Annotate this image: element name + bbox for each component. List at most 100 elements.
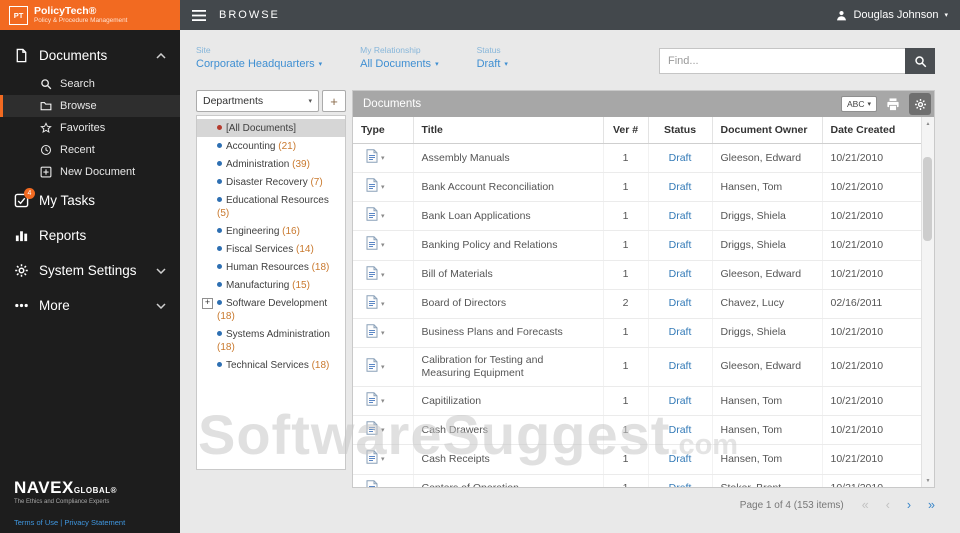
sidebar-section-documents[interactable]: Documents — [0, 38, 180, 73]
type-cell[interactable]: ▾ — [353, 143, 414, 174]
department-tree-item[interactable]: [All Documents] — [197, 119, 345, 137]
document-row[interactable]: ▾ Calibration for Testing and Measuring E… — [353, 347, 922, 388]
type-dropdown-caret[interactable]: ▾ — [381, 242, 385, 249]
department-tree-item[interactable]: Accounting (21) — [197, 137, 345, 155]
type-cell[interactable]: ▾ — [353, 230, 414, 261]
document-row[interactable]: ▾ Capitilization 1 Draft Hansen, Tom 10/21/20… — [353, 386, 922, 417]
document-type-icon[interactable] — [366, 236, 378, 251]
sidebar-section-my-tasks[interactable]: 4 My Tasks — [0, 183, 180, 218]
type-cell[interactable]: ▾ — [353, 289, 414, 319]
column-header-type[interactable]: Type — [353, 117, 414, 144]
type-cell[interactable]: ▾ — [353, 201, 414, 232]
document-type-icon[interactable] — [366, 207, 378, 221]
status-draft-link[interactable]: Draft — [669, 268, 692, 280]
document-type-icon[interactable] — [366, 294, 378, 309]
terms-of-use-link[interactable]: Terms of Use — [14, 518, 58, 527]
sort-abc-button[interactable]: ABC ▾ — [841, 96, 877, 112]
document-row[interactable]: ▾ Cash Drawers 1 Draft Hansen, Tom 10/21/2010 — [353, 415, 922, 446]
type-cell[interactable]: ▾ — [353, 444, 414, 475]
type-cell[interactable]: ▾ — [353, 347, 414, 388]
status-draft-link[interactable]: Draft — [669, 210, 692, 222]
department-tree-item[interactable]: Disaster Recovery (7) — [197, 173, 345, 191]
sidebar-item-new-document[interactable]: New Document — [0, 161, 180, 183]
type-dropdown-caret[interactable]: ▾ — [381, 272, 385, 279]
department-tree-item[interactable]: Manufacturing (15) — [197, 276, 345, 294]
status-draft-link[interactable]: Draft — [669, 239, 692, 251]
document-row[interactable]: ▾ Business Plans and Forecasts 1 Draft Drigg… — [353, 318, 922, 348]
type-cell[interactable]: ▾ — [353, 474, 414, 488]
status-draft-link[interactable]: Draft — [669, 424, 692, 436]
department-tree-item[interactable]: + Software Development (18) — [197, 294, 345, 325]
document-type-icon[interactable] — [366, 324, 378, 338]
type-dropdown-caret[interactable]: ▾ — [381, 456, 385, 463]
find-input[interactable] — [659, 48, 905, 74]
document-type-icon[interactable] — [366, 149, 378, 163]
expand-plus-icon[interactable]: + — [202, 298, 213, 309]
column-header-status[interactable]: Status — [648, 117, 713, 144]
type-dropdown-caret[interactable]: ▾ — [381, 155, 385, 162]
department-tree-item[interactable]: Administration (39) — [197, 155, 345, 173]
user-menu[interactable]: Douglas Johnson ▾ — [836, 9, 948, 21]
department-tree-item[interactable]: Human Resources (18) — [197, 258, 345, 276]
hamburger-menu-icon[interactable] — [192, 9, 206, 21]
sidebar-section-more[interactable]: More — [0, 288, 180, 323]
sidebar-item-favorites[interactable]: Favorites — [0, 117, 180, 139]
document-row[interactable]: ▾ Board of Directors 2 Draft Chavez, Lucy 02/… — [353, 289, 922, 319]
document-type-icon[interactable] — [366, 421, 378, 435]
type-dropdown-caret[interactable]: ▾ — [381, 213, 385, 220]
department-tree-item[interactable]: Technical Services (18) — [197, 356, 345, 374]
prev-page-button[interactable]: ‹ — [886, 498, 890, 512]
print-button[interactable] — [886, 97, 900, 111]
last-page-button[interactable]: » — [928, 498, 935, 512]
status-draft-link[interactable]: Draft — [669, 152, 692, 164]
status-draft-link[interactable]: Draft — [669, 360, 692, 372]
column-header-ver[interactable]: Ver # — [603, 117, 649, 144]
sidebar-section-system-settings[interactable]: System Settings — [0, 253, 180, 288]
column-header-owner[interactable]: Document Owner — [712, 117, 823, 144]
status-draft-link[interactable]: Draft — [669, 453, 692, 465]
document-row[interactable]: ▾ Bank Account Reconciliation 1 Draft Hansen… — [353, 172, 922, 203]
status-draft-link[interactable]: Draft — [669, 297, 692, 309]
privacy-statement-link[interactable]: Privacy Statement — [64, 518, 125, 527]
first-page-button[interactable]: « — [862, 498, 869, 512]
document-row[interactable]: ▾ Assembly Manuals 1 Draft Gleeson, Edward 10… — [353, 143, 922, 174]
type-dropdown-caret[interactable]: ▾ — [381, 330, 385, 337]
table-scrollbar[interactable]: ▲ ▼ — [921, 117, 934, 487]
sidebar-item-browse[interactable]: Browse — [0, 95, 180, 117]
find-search-button[interactable] — [905, 48, 935, 74]
type-cell[interactable]: ▾ — [353, 386, 414, 417]
sidebar-item-search[interactable]: Search — [0, 73, 180, 95]
status-draft-link[interactable]: Draft — [669, 181, 692, 193]
table-settings-button[interactable] — [909, 93, 931, 115]
column-header-title[interactable]: Title — [413, 117, 604, 144]
type-dropdown-caret[interactable]: ▾ — [381, 486, 385, 488]
document-type-icon[interactable] — [366, 479, 378, 487]
column-header-date[interactable]: Date Created — [822, 117, 922, 144]
type-cell[interactable]: ▾ — [353, 415, 414, 446]
type-dropdown-caret[interactable]: ▾ — [381, 184, 385, 191]
document-row[interactable]: ▾ Bill of Materials 1 Draft Gleeson, Edward 1… — [353, 260, 922, 290]
type-cell[interactable]: ▾ — [353, 172, 414, 203]
type-dropdown-caret[interactable]: ▾ — [381, 364, 385, 371]
site-filter[interactable]: Site Corporate Headquarters ▾ — [196, 45, 322, 70]
type-cell[interactable]: ▾ — [353, 260, 414, 290]
type-dropdown-caret[interactable]: ▾ — [381, 398, 385, 405]
document-type-icon[interactable] — [366, 178, 378, 192]
add-department-button[interactable]: + — [322, 90, 346, 112]
document-row[interactable]: ▾ Banking Policy and Relations 1 Draft Drigg… — [353, 230, 922, 261]
department-tree-item[interactable]: Systems Administration (18) — [197, 325, 345, 356]
scroll-up-button[interactable]: ▲ — [922, 117, 934, 130]
scrollbar-thumb[interactable] — [923, 157, 932, 241]
sidebar-item-recent[interactable]: Recent — [0, 139, 180, 161]
document-row[interactable]: ▾ Bank Loan Applications 1 Draft Driggs, Shi… — [353, 201, 922, 232]
departments-dropdown[interactable]: Departments ▾ — [196, 90, 319, 112]
status-draft-link[interactable]: Draft — [669, 482, 692, 487]
sidebar-section-reports[interactable]: Reports — [0, 218, 180, 253]
relationship-filter[interactable]: My Relationship All Documents ▾ — [360, 45, 438, 70]
department-tree-item[interactable]: Fiscal Services (14) — [197, 240, 345, 258]
status-draft-link[interactable]: Draft — [669, 326, 692, 338]
status-draft-link[interactable]: Draft — [669, 395, 692, 407]
document-type-icon[interactable] — [366, 358, 378, 372]
document-type-icon[interactable] — [366, 450, 378, 465]
type-cell[interactable]: ▾ — [353, 318, 414, 348]
